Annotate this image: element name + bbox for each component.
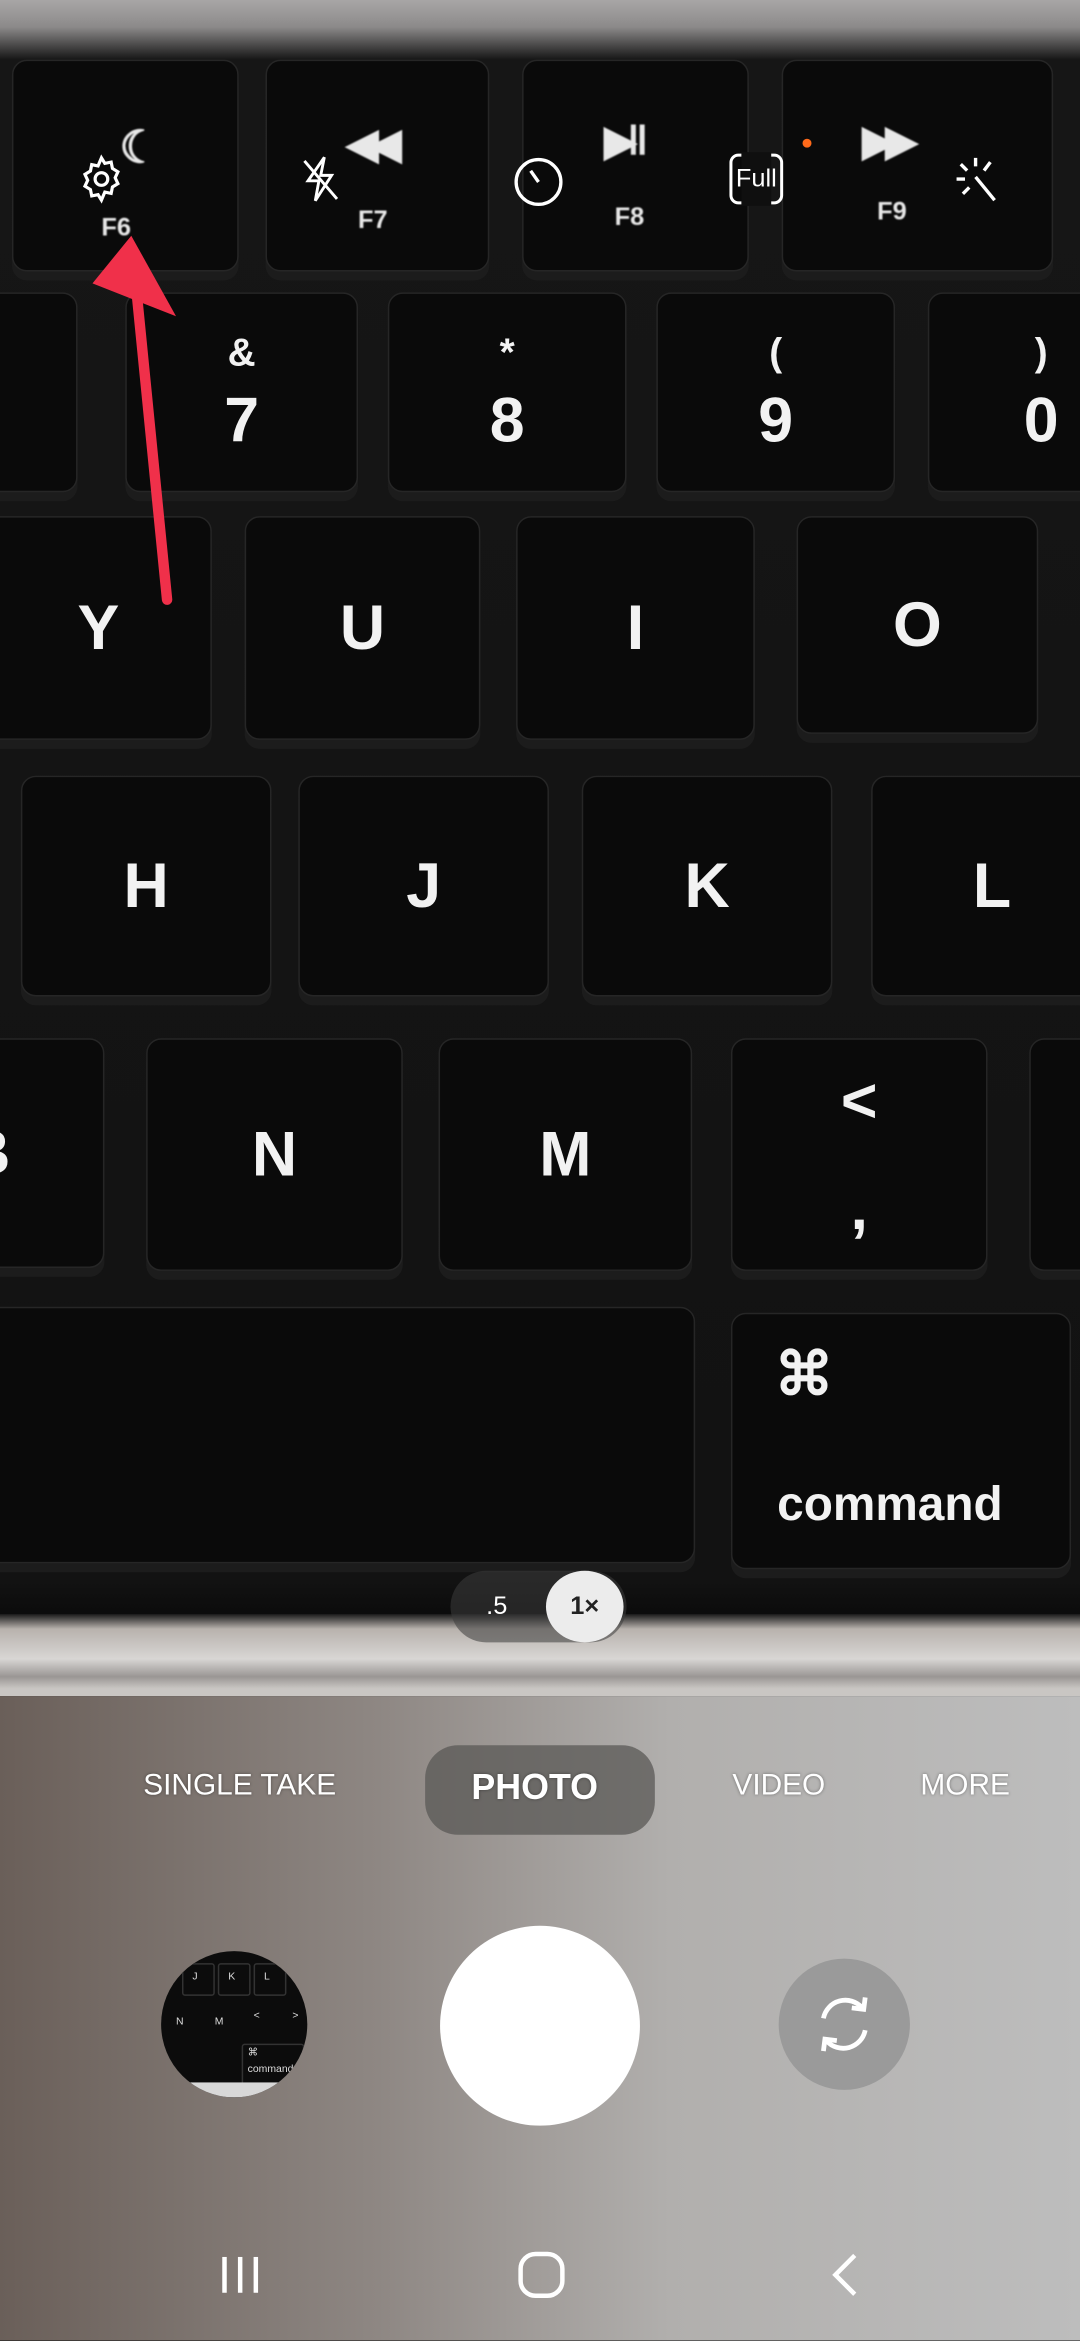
key-b: B <box>0 1038 105 1268</box>
home-icon <box>518 2251 565 2298</box>
fn-label: F9 <box>877 196 907 226</box>
settings-gear-icon[interactable] <box>75 152 129 206</box>
key-l: L <box>871 775 1080 997</box>
fn-label: F7 <box>358 205 388 235</box>
switch-camera-icon <box>821 1997 868 2052</box>
back-button[interactable] <box>816 2245 876 2305</box>
key-j: J <box>298 775 549 997</box>
key-8: * 8 <box>387 292 627 493</box>
key-y: Y <box>0 516 212 740</box>
fast-forward-glyph: ▶▶ <box>862 117 917 165</box>
home-button[interactable] <box>512 2245 572 2305</box>
camera-screen: ☾ ◀◀ ▶‖ ▶▶ F6 F7 F8 F9 & 7 * 8 (9 ) 0 Y U I… <box>0 0 1080 2341</box>
key-o: O <box>796 516 1039 734</box>
recent-apps-button[interactable] <box>210 2245 270 2305</box>
key-0: ) 0 <box>927 292 1080 493</box>
aspect-ratio-full-icon[interactable]: Full <box>729 152 784 206</box>
key-command: ⌘ command <box>730 1312 1072 1570</box>
indicator-dot <box>802 138 812 148</box>
switch-camera-button[interactable] <box>778 1958 910 2090</box>
zoom-1x-button[interactable]: 1× <box>545 1570 624 1643</box>
key-space <box>0 1306 696 1564</box>
mode-video[interactable]: VIDEO <box>732 1769 825 1814</box>
play-pause-glyph: ▶‖ <box>604 117 648 165</box>
key-comma: <, <box>730 1038 988 1271</box>
flash-off-icon[interactable] <box>294 152 348 206</box>
key-partial <box>0 292 78 493</box>
fn-label: F8 <box>614 202 645 232</box>
recent-apps-icon <box>222 2256 259 2293</box>
camera-viewfinder[interactable]: ☾ ◀◀ ▶‖ ▶▶ F6 F7 F8 F9 & 7 * 8 (9 ) 0 Y U I… <box>0 0 1080 1697</box>
key-h: H <box>20 775 272 997</box>
key-partial <box>1029 1038 1080 1271</box>
key-f9 <box>781 59 1054 272</box>
timer-icon[interactable] <box>512 155 566 209</box>
gallery-thumbnail[interactable]: J K L N M < > ⌘ command <box>161 1951 308 2098</box>
fn-label: F6 <box>101 213 132 242</box>
key-n: N <box>146 1038 403 1271</box>
filter-magic-wand-icon[interactable] <box>949 152 1003 206</box>
key-m: M <box>438 1038 693 1271</box>
key-i: I <box>516 516 755 740</box>
key-u: U <box>244 516 481 740</box>
key-9: (9 <box>656 292 896 493</box>
key-7: & 7 <box>125 292 359 493</box>
mode-photo[interactable]: PHOTO <box>471 1768 598 1813</box>
mode-more[interactable]: MORE <box>920 1769 1010 1814</box>
mode-single-take[interactable]: SINGLE TAKE <box>143 1769 336 1814</box>
shutter-button[interactable] <box>440 1925 640 2126</box>
key-k: K <box>581 775 833 997</box>
rewind-glyph: ◀◀ <box>346 120 401 168</box>
zoom-0.5x-button[interactable]: .5 <box>462 1571 531 1643</box>
back-icon <box>832 2253 857 2296</box>
